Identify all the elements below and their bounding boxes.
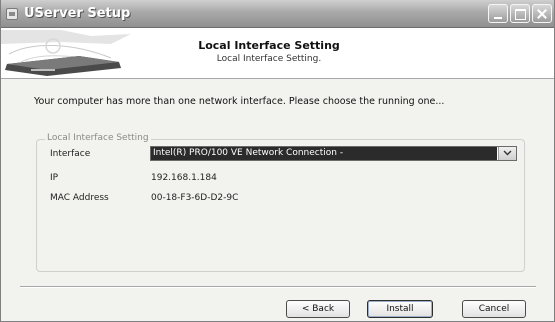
mac-address-label: MAC Address <box>50 193 109 203</box>
close-button[interactable] <box>532 4 552 23</box>
dropdown-button[interactable] <box>498 147 516 160</box>
title-bar[interactable]: UServer Setup <box>1 0 554 28</box>
header-title: Local Interface Setting <box>198 39 340 52</box>
mac-address-value: 00-18-F3-6D-D2-9C <box>151 193 239 203</box>
cancel-button[interactable]: Cancel <box>462 300 526 318</box>
ip-value: 192.168.1.184 <box>151 173 217 183</box>
minimize-button[interactable] <box>488 4 508 23</box>
footer-divider <box>20 286 536 288</box>
ip-label: IP <box>50 173 59 183</box>
interface-selected-value: Intel(R) PRO/100 VE Network Connection - <box>151 147 497 160</box>
wizard-header: Local Interface Setting Local Interface … <box>1 28 554 79</box>
interface-select[interactable]: Intel(R) PRO/100 VE Network Connection - <box>150 146 517 161</box>
install-button[interactable]: Install <box>367 300 433 318</box>
chevron-down-icon <box>503 150 512 156</box>
setup-window: UServer Setup Local Interface Setting Lo… <box>0 0 555 322</box>
back-button[interactable]: < Back <box>286 300 350 318</box>
group-legend: Local Interface Setting <box>45 133 151 143</box>
banner-logo-icon <box>1 28 141 78</box>
header-subtitle: Local Interface Setting. <box>216 54 322 64</box>
window-title: UServer Setup <box>24 6 131 21</box>
interface-label: Interface <box>50 149 91 159</box>
app-icon <box>6 8 18 20</box>
instruction-text: Your computer has more than one network … <box>34 96 445 107</box>
maximize-button[interactable] <box>510 4 530 23</box>
